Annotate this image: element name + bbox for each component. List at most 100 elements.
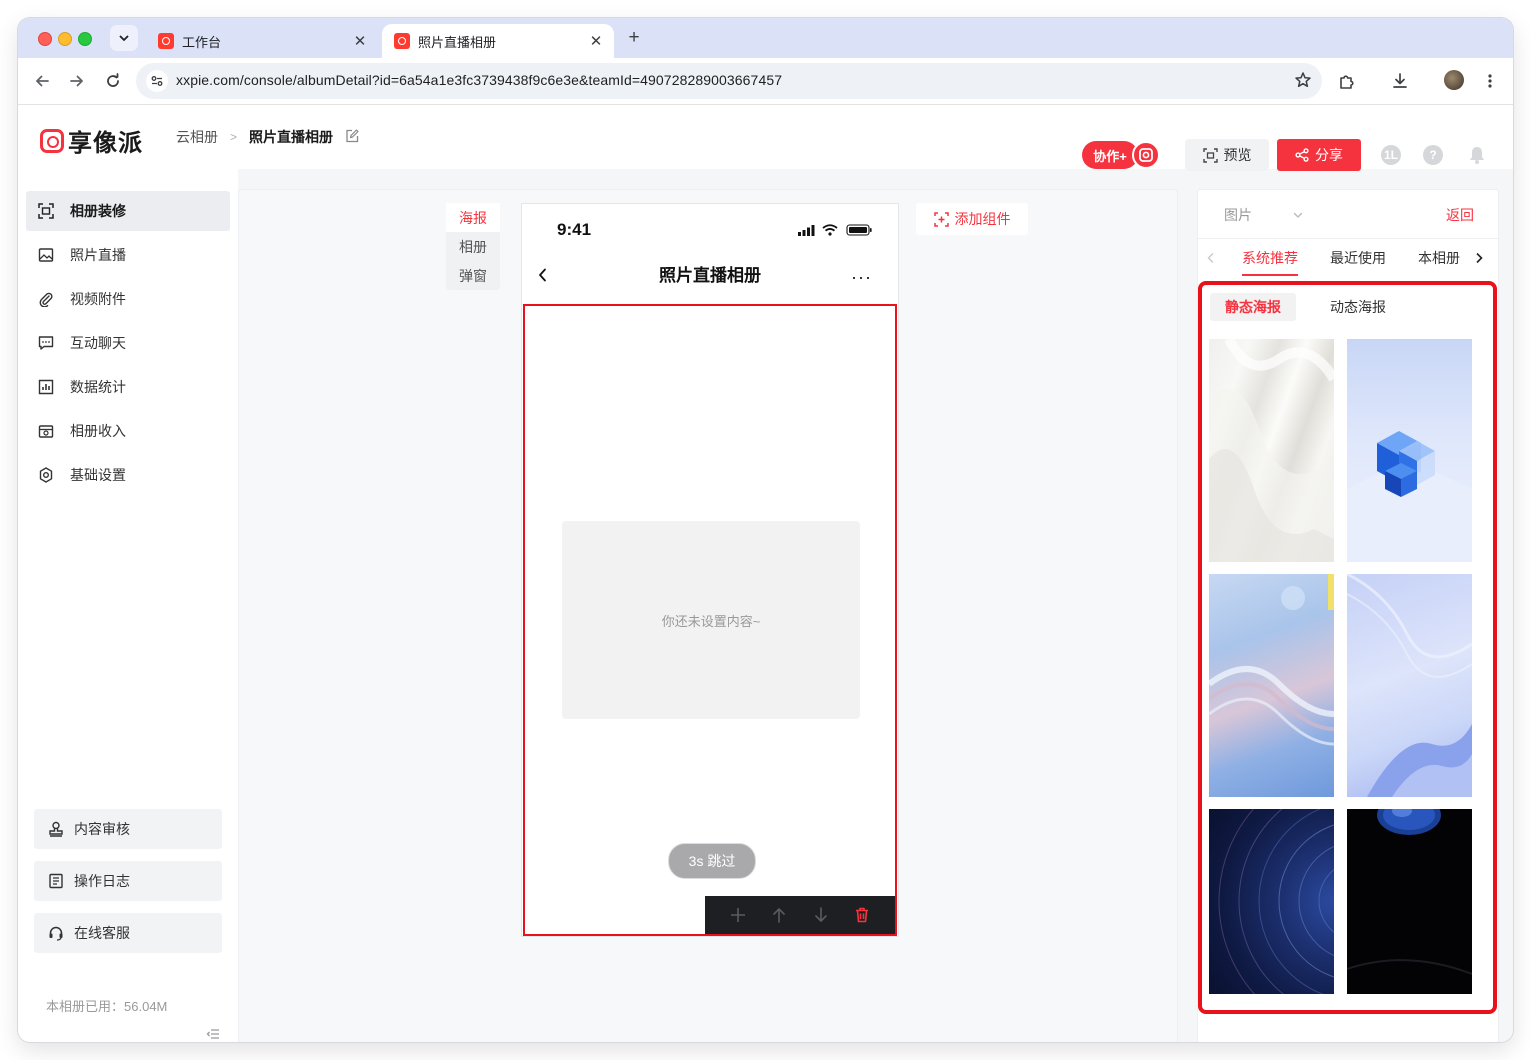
download-icon[interactable] <box>1388 69 1412 93</box>
add-component-label: 添加组件 <box>954 211 1011 227</box>
sidebar-item-income[interactable]: 相册收入 <box>26 411 230 451</box>
bookmark-star-icon[interactable] <box>1294 71 1312 94</box>
sidebar-item-stats[interactable]: 数据统计 <box>26 367 230 407</box>
tabs-next-icon[interactable] <box>1470 248 1488 268</box>
breadcrumb-current: 照片直播相册 <box>249 129 334 145</box>
sub-tab-dynamic-poster[interactable]: 动态海报 <box>1315 293 1401 321</box>
delete-icon[interactable] <box>850 903 874 927</box>
back-icon[interactable] <box>30 69 54 93</box>
poster-thumb-blue-silk[interactable] <box>1347 574 1472 797</box>
section-tabs: 海报 相册 弹窗 <box>446 203 500 290</box>
sidebar-item-photo-live[interactable]: 照片直播 <box>26 235 230 275</box>
reload-icon[interactable] <box>101 69 125 93</box>
profile-avatar[interactable] <box>1444 70 1464 90</box>
signal-wifi-battery-icon <box>798 224 872 236</box>
tab-poster[interactable]: 海报 <box>446 203 500 232</box>
skip-label: 3s 跳过 <box>688 853 736 869</box>
online-support-button[interactable]: 在线客服 <box>34 913 222 953</box>
close-tab-icon[interactable]: ✕ <box>586 31 606 51</box>
tab-workbench[interactable]: 工作台 ✕ <box>146 24 378 58</box>
edit-icon[interactable] <box>345 128 359 146</box>
close-tab-icon[interactable]: ✕ <box>350 31 370 51</box>
logo[interactable]: 享像派 <box>40 123 143 158</box>
forward-icon[interactable] <box>65 69 89 93</box>
back-link[interactable]: 返回 <box>1446 205 1474 225</box>
tab-title: 工作台 <box>182 34 222 50</box>
poster-thumb-white-waves[interactable] <box>1209 339 1334 562</box>
user-avatar[interactable]: 1L <box>1381 145 1401 165</box>
help-icon[interactable]: ? <box>1423 145 1443 165</box>
tab-popup[interactable]: 弹窗 <box>446 261 500 290</box>
breadcrumb: 云相册 > 照片直播相册 <box>176 127 359 147</box>
breadcrumb-root[interactable]: 云相册 <box>176 127 218 147</box>
paperclip-icon <box>38 291 54 307</box>
breadcrumb-chevron-icon: > <box>230 130 238 144</box>
tab-album[interactable]: 相册 <box>446 232 500 261</box>
url-text: xxpie.com/console/albumDetail?id=6a54a1e… <box>176 72 783 88</box>
sidebar-item-label: 基础设置 <box>70 467 126 483</box>
move-down-icon[interactable] <box>809 903 833 927</box>
sidebar-item-decoration[interactable]: 相册装修 <box>26 191 230 231</box>
tabs-prev-icon[interactable] <box>1202 248 1220 268</box>
site-settings-icon[interactable] <box>146 70 168 92</box>
tab-recent[interactable]: 最近使用 <box>1330 248 1386 268</box>
collapse-sidebar-icon[interactable] <box>206 1027 220 1042</box>
browser-toolbar: xxpie.com/console/albumDetail?id=6a54a1e… <box>18 58 1513 105</box>
add-icon[interactable] <box>726 903 750 927</box>
online-support-label: 在线客服 <box>74 925 130 941</box>
storage-label: 本相册已用： <box>46 999 125 1014</box>
poster-library: 静态海报 动态海报 <box>1198 281 1497 1014</box>
sidebar-item-label: 相册收入 <box>70 423 126 439</box>
poster-thumb-dark-planet[interactable] <box>1347 809 1472 994</box>
editor-canvas: 海报 相册 弹窗 9:41 照片直播相册 ··· 你还未设置内容~ 3s 跳过 … <box>238 189 1180 1042</box>
xxpie-favicon-icon <box>158 33 174 49</box>
tab-this-album[interactable]: 本相册 <box>1418 248 1460 268</box>
right-panel: 图片 返回 系统推荐 最近使用 本相册 静态海报 动态海报 <box>1197 189 1499 1042</box>
preview-button[interactable]: 预览 <box>1185 139 1269 171</box>
skip-button[interactable]: 3s 跳过 <box>668 843 756 879</box>
share-button[interactable]: 分享 <box>1277 139 1361 171</box>
poster-thumb-light-blue-wave[interactable] <box>1209 574 1334 797</box>
right-panel-header: 图片 返回 <box>1198 190 1498 239</box>
close-window-button[interactable] <box>38 32 52 46</box>
share-label: 分享 <box>1315 147 1343 163</box>
sidebar-item-chat[interactable]: 互动聊天 <box>26 323 230 363</box>
address-bar[interactable]: xxpie.com/console/albumDetail?id=6a54a1e… <box>136 63 1322 99</box>
image-type-select[interactable]: 图片 <box>1224 205 1304 225</box>
preview-label: 预览 <box>1223 147 1252 163</box>
browser-window: 工作台 ✕ 照片直播相册 ✕ + xxpie.com/console/album… <box>18 18 1513 1042</box>
xxpie-favicon-icon <box>394 33 410 49</box>
preview-icon <box>1202 147 1218 163</box>
sidebar-item-settings[interactable]: 基础设置 <box>26 455 230 495</box>
sidebar-item-video[interactable]: 视频附件 <box>26 279 230 319</box>
poster-thumb-star-trails[interactable] <box>1209 809 1334 994</box>
extensions-icon[interactable] <box>1335 69 1359 93</box>
poster-thumb-blue-cubes[interactable] <box>1347 339 1472 562</box>
content-review-button[interactable]: 内容审核 <box>34 809 222 849</box>
collab-logo-icon <box>1132 141 1160 169</box>
sidebar-item-label: 数据统计 <box>70 379 126 395</box>
content-review-label: 内容审核 <box>74 821 130 837</box>
browser-menu-icon[interactable] <box>1478 69 1502 93</box>
poster-component-frame[interactable]: 你还未设置内容~ 3s 跳过 <box>523 304 897 936</box>
minimize-window-button[interactable] <box>58 32 72 46</box>
status-time: 9:41 <box>557 220 592 239</box>
maximize-window-button[interactable] <box>78 32 92 46</box>
new-tab-icon[interactable]: + <box>622 26 646 50</box>
app-root: 享像派 云相册 > 照片直播相册 协作+ 预览 分享 1L ? 相册装修 照片直… <box>18 105 1513 1042</box>
sub-tab-static-poster[interactable]: 静态海报 <box>1210 293 1296 321</box>
notification-bell-icon[interactable] <box>1467 145 1487 165</box>
phone-status-bar: 9:41 <box>522 204 898 254</box>
phone-nav-bar: 照片直播相册 ··· <box>522 254 898 304</box>
operation-log-button[interactable]: 操作日志 <box>34 861 222 901</box>
right-panel-tabs: 系统推荐 最近使用 本相册 <box>1198 238 1498 278</box>
tab-system-recommend[interactable]: 系统推荐 <box>1242 248 1298 268</box>
log-icon <box>48 873 64 889</box>
phone-more-icon[interactable]: ··· <box>851 267 872 288</box>
tab-album[interactable]: 照片直播相册 ✕ <box>382 24 614 58</box>
settings-icon <box>38 467 54 483</box>
tab-strip: 工作台 ✕ 照片直播相册 ✕ + <box>18 18 1513 58</box>
tab-search-button[interactable] <box>110 25 138 51</box>
move-up-icon[interactable] <box>767 903 791 927</box>
add-component-button[interactable]: 添加组件 <box>916 203 1028 235</box>
